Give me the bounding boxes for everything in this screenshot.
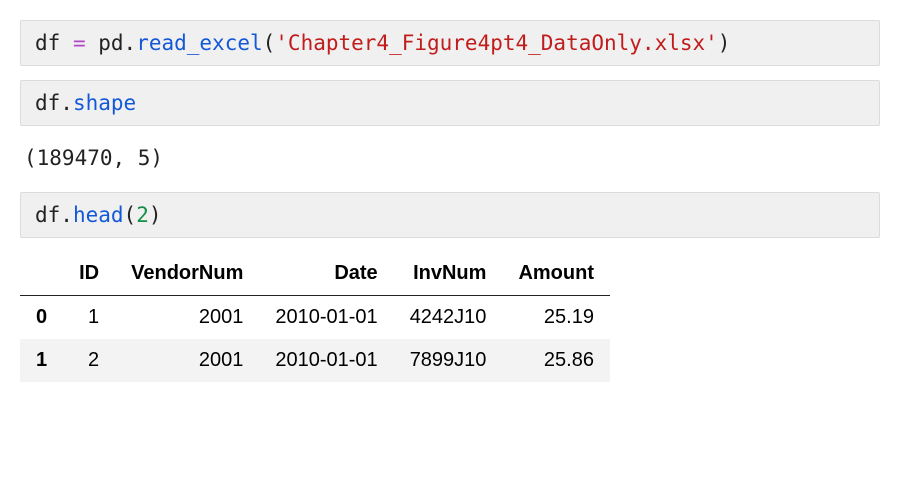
- code-line-read-excel: df = pd.read_excel('Chapter4_Figure4pt4_…: [35, 31, 865, 55]
- cell-id: 1: [63, 296, 115, 340]
- code-token-obj: df: [35, 91, 60, 115]
- col-header-id: ID: [63, 252, 115, 296]
- code-token-dot: .: [60, 203, 73, 227]
- cell-date: 2010-01-01: [259, 339, 393, 382]
- code-token-var: df: [35, 31, 73, 55]
- code-token-dot: .: [60, 91, 73, 115]
- code-token-lparen: (: [124, 203, 137, 227]
- cell-vendornum: 2001: [115, 296, 259, 340]
- code-token-lparen: (: [263, 31, 276, 55]
- table-row: 0 1 2001 2010-01-01 4242J10 25.19: [20, 296, 610, 340]
- code-token-module: pd: [86, 31, 124, 55]
- code-token-rparen: ): [149, 203, 162, 227]
- code-line-head: df.head(2): [35, 203, 865, 227]
- col-header-amount: Amount: [502, 252, 610, 296]
- code-token-rparen: ): [718, 31, 731, 55]
- code-cell-3: df.head(2): [20, 192, 880, 238]
- table-header-row: ID VendorNum Date InvNum Amount: [20, 252, 610, 296]
- cell-invnum: 7899J10: [394, 339, 503, 382]
- code-token-dot: .: [124, 31, 137, 55]
- code-cell-2: df.shape: [20, 80, 880, 126]
- col-header-vendornum: VendorNum: [115, 252, 259, 296]
- col-header-invnum: InvNum: [394, 252, 503, 296]
- cell-vendornum: 2001: [115, 339, 259, 382]
- table-row: 1 2 2001 2010-01-01 7899J10 25.86: [20, 339, 610, 382]
- dataframe-output: ID VendorNum Date InvNum Amount 0 1 2001…: [20, 252, 610, 382]
- code-token-func: head: [73, 203, 124, 227]
- cell-amount: 25.19: [502, 296, 610, 340]
- cell-date: 2010-01-01: [259, 296, 393, 340]
- code-token-obj: df: [35, 203, 60, 227]
- cell-amount: 25.86: [502, 339, 610, 382]
- cell-id: 2: [63, 339, 115, 382]
- code-token-arg: 2: [136, 203, 149, 227]
- code-token-attr: shape: [73, 91, 136, 115]
- row-index: 0: [20, 296, 63, 340]
- table-corner: [20, 252, 63, 296]
- col-header-date: Date: [259, 252, 393, 296]
- code-token-func: read_excel: [136, 31, 262, 55]
- code-token-string: 'Chapter4_Figure4pt4_DataOnly.xlsx': [275, 31, 718, 55]
- cell-invnum: 4242J10: [394, 296, 503, 340]
- code-line-shape: df.shape: [35, 91, 865, 115]
- row-index: 1: [20, 339, 63, 382]
- code-cell-1: df = pd.read_excel('Chapter4_Figure4pt4_…: [20, 20, 880, 66]
- output-shape: (189470, 5): [20, 140, 880, 192]
- code-token-equals: =: [73, 31, 86, 55]
